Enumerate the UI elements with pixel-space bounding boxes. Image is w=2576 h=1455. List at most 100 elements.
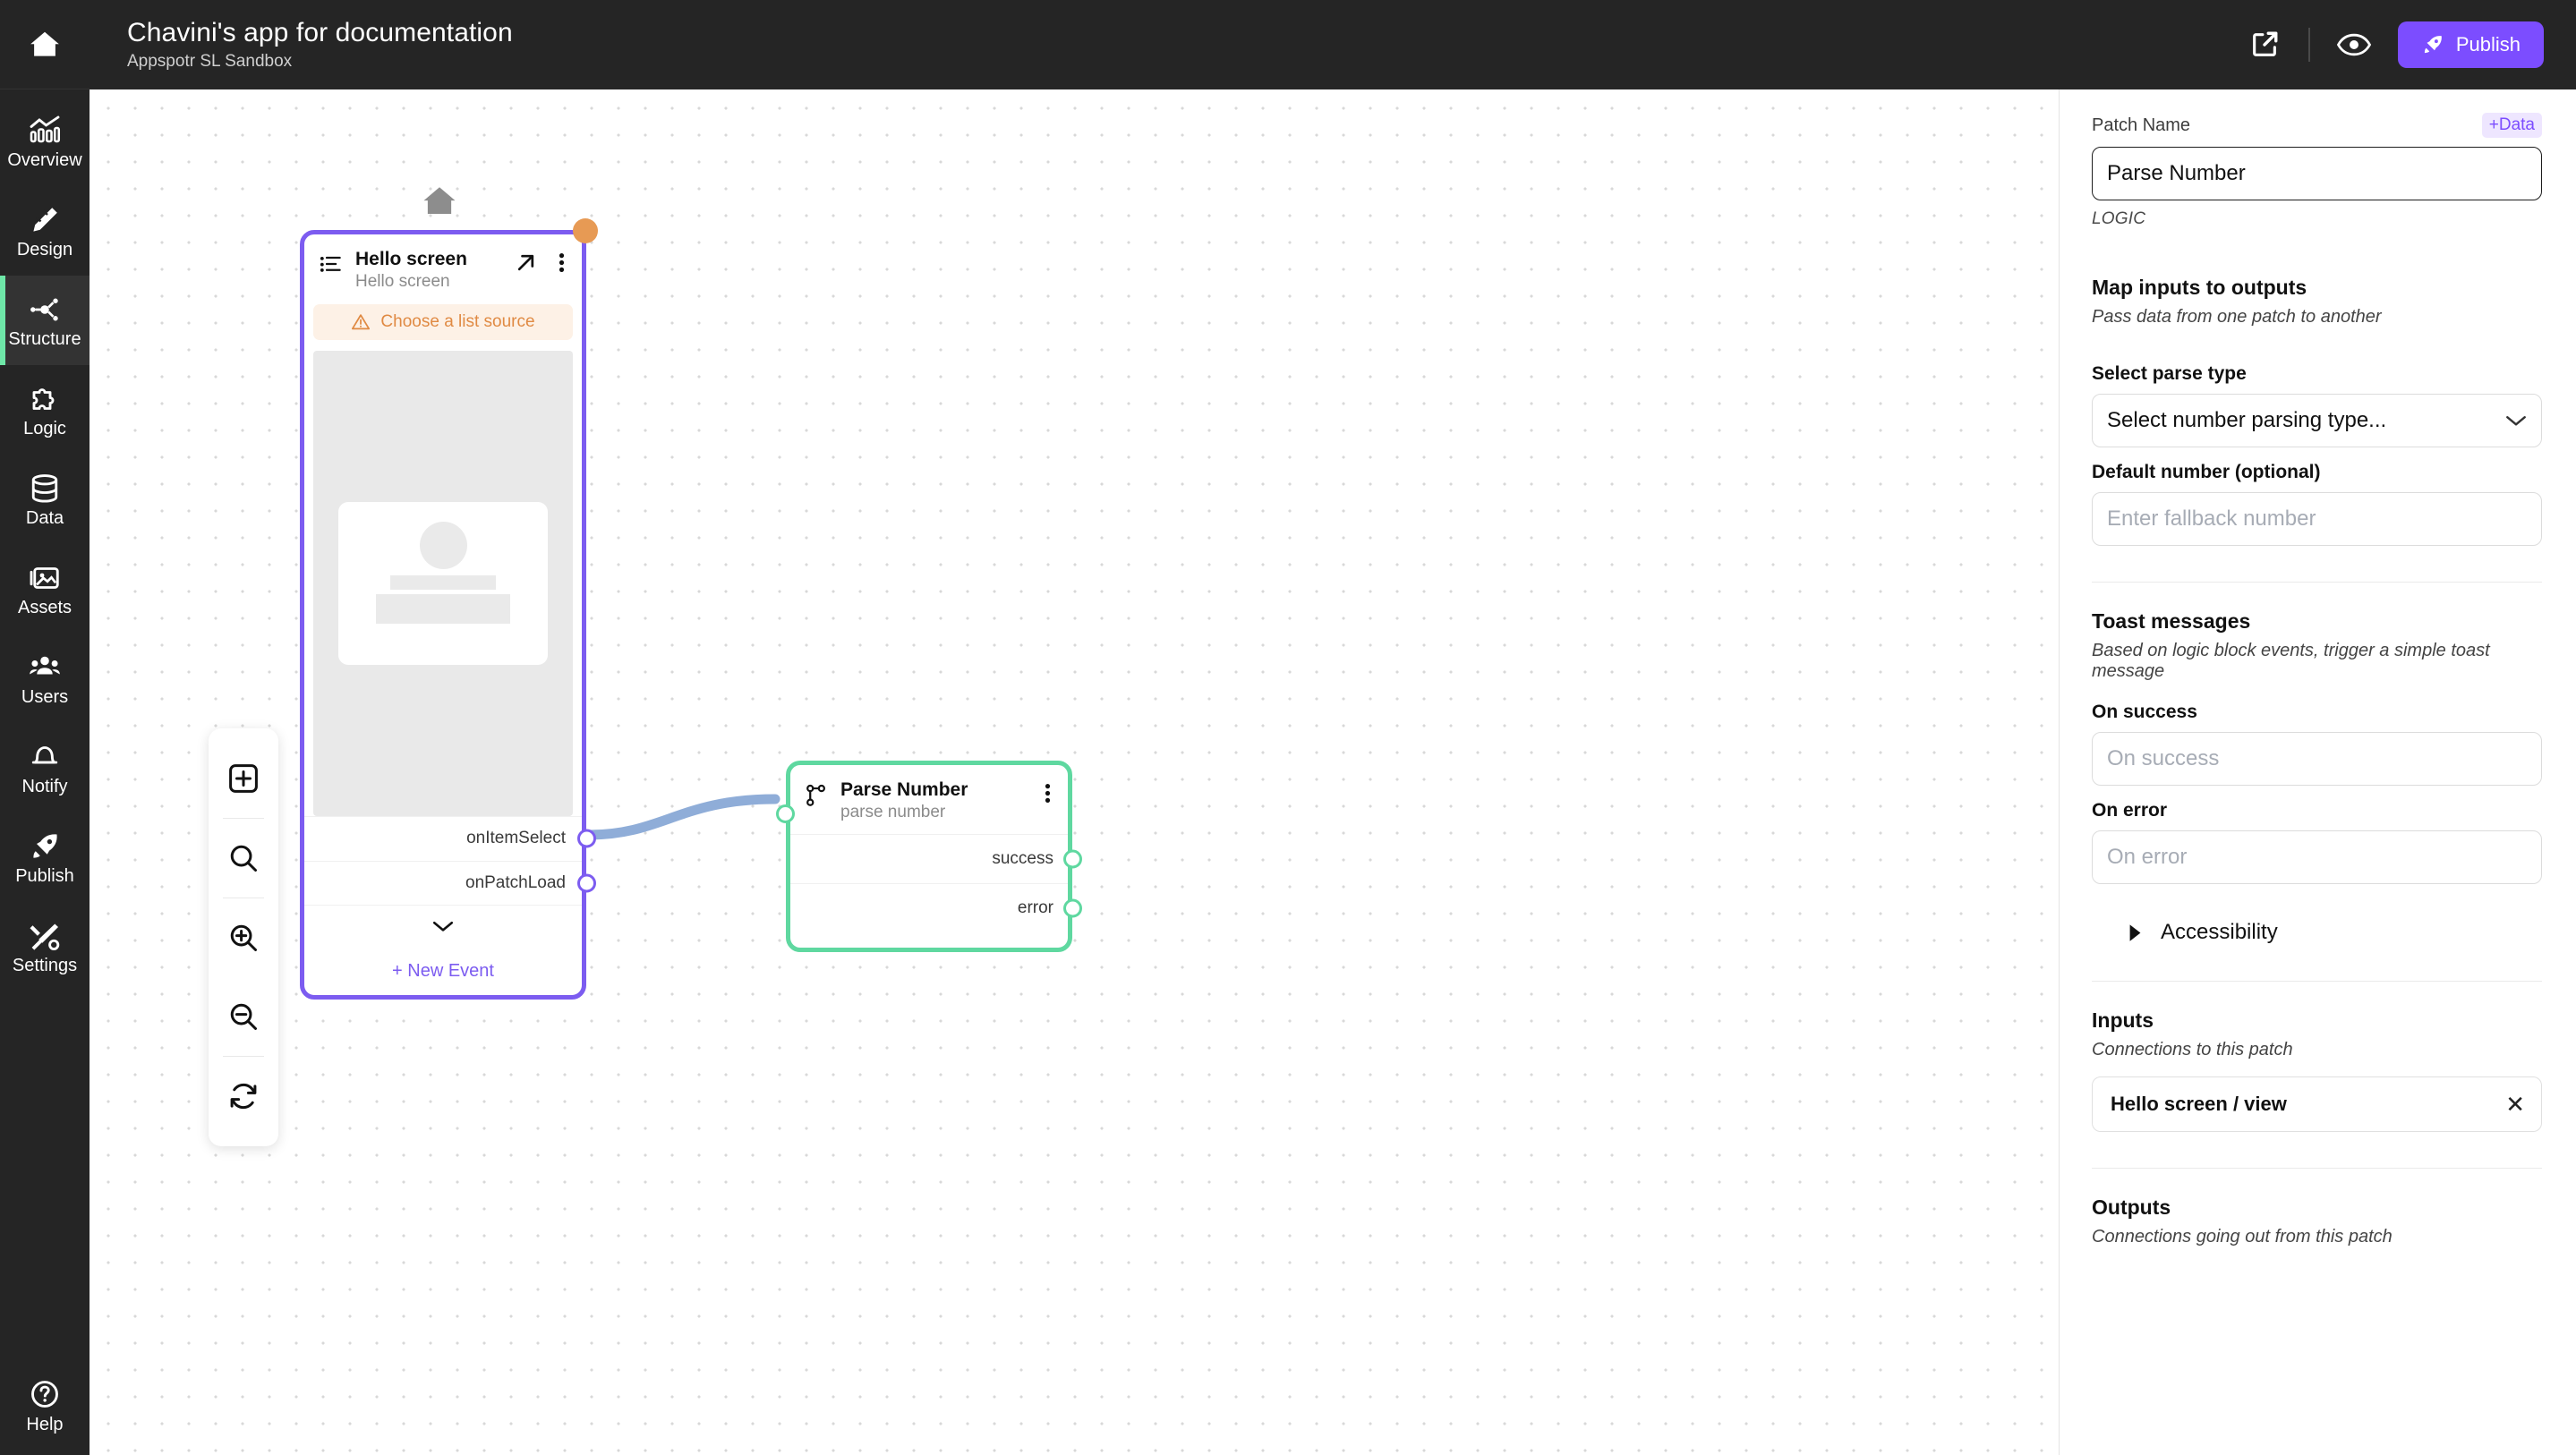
- flow-canvas[interactable]: Hello screen Hello screen Choose a list …: [90, 89, 2059, 1455]
- accessibility-label: Accessibility: [2161, 920, 2278, 944]
- home-icon: [30, 31, 59, 56]
- start-screen-marker: [419, 183, 460, 225]
- search-button[interactable]: [209, 819, 278, 898]
- canvas-toolbar: [209, 728, 278, 1146]
- header-actions: Publish: [2244, 21, 2544, 68]
- sidebar-item-notify[interactable]: Notify: [0, 723, 90, 813]
- node-title: Hello screen: [355, 249, 467, 269]
- list-source-warning[interactable]: Choose a list source: [313, 303, 573, 340]
- main-region: Chavini's app for documentation Appspotr…: [90, 0, 2576, 1455]
- sidebar-item-data[interactable]: Data: [0, 455, 90, 544]
- sidebar-item-logic[interactable]: Logic: [0, 365, 90, 455]
- toast-section-desc: Based on logic block events, trigger a s…: [2092, 641, 2490, 681]
- publish-button[interactable]: Publish: [2397, 21, 2544, 68]
- sidebar-item-settings[interactable]: Settings: [0, 902, 90, 991]
- sidebar-items: Overview Design Structure Logic Data Ass…: [0, 89, 90, 991]
- parse-type-label: Select parse type: [2092, 363, 2247, 384]
- patch-name-input[interactable]: [2092, 147, 2542, 200]
- preview-button[interactable]: [2333, 24, 2375, 65]
- header-divider: [2307, 28, 2310, 62]
- add-node-button[interactable]: [209, 739, 278, 818]
- refresh-button[interactable]: [209, 1057, 278, 1136]
- input-port[interactable]: [776, 804, 795, 823]
- sidebar-item-label: Settings: [12, 955, 78, 975]
- on-success-input[interactable]: [2092, 732, 2542, 786]
- parse-type-section: Select parse type Select number parsing …: [2092, 363, 2542, 447]
- parse-type-select[interactable]: Select number parsing type...: [2092, 394, 2542, 447]
- sidebar-item-structure[interactable]: Structure: [0, 276, 90, 365]
- map-section-title: Map inputs to outputs: [2092, 276, 2307, 299]
- app-header: Chavini's app for documentation Appspotr…: [90, 0, 2576, 89]
- patch-output-row-success[interactable]: success: [790, 833, 1082, 883]
- chevron-down-icon: [432, 922, 454, 932]
- home-icon: [423, 187, 456, 214]
- toast-section: Toast messages Based on logic block even…: [2092, 609, 2542, 682]
- patch-output-row-error[interactable]: error: [790, 882, 1082, 932]
- share-button[interactable]: [2244, 24, 2285, 65]
- sidebar-item-label: Users: [21, 686, 69, 707]
- inputs-title: Inputs: [2092, 1008, 2154, 1032]
- inputs-section: Inputs Connections to this patch Hello s…: [2092, 1008, 2542, 1132]
- zoom-out-button[interactable]: [209, 977, 278, 1056]
- sidebar-item-label: Publish: [15, 865, 74, 886]
- patch-node-parse-number[interactable]: Parse Number parse number success error: [776, 761, 1082, 952]
- section-divider: [2092, 582, 2542, 583]
- patch-node-header: Parse Number parse number: [790, 765, 1068, 834]
- sidebar-item-help[interactable]: Help: [0, 1357, 90, 1455]
- event-row-onitemselect[interactable]: onItemSelect: [304, 815, 596, 861]
- input-connection-item[interactable]: Hello screen / view ✕: [2092, 1076, 2542, 1132]
- zoom-in-button[interactable]: [209, 898, 278, 977]
- sidebar-item-assets[interactable]: Assets: [0, 544, 90, 634]
- open-screen-button[interactable]: [510, 249, 542, 277]
- sidebar-item-users[interactable]: Users: [0, 634, 90, 723]
- event-label: onItemSelect: [466, 829, 566, 848]
- node-subtitle: Hello screen: [355, 272, 450, 292]
- zoom-in-icon: [230, 924, 257, 951]
- refresh-icon: [230, 1083, 257, 1110]
- output-port[interactable]: [1063, 849, 1082, 869]
- workspace-name: Appspotr SL Sandbox: [127, 52, 293, 71]
- patch-node-titles: Parse Number parse number: [840, 779, 1028, 822]
- on-success-section: On success: [2092, 702, 2542, 786]
- screen-node-hello-screen[interactable]: Hello screen Hello screen Choose a list …: [300, 218, 598, 1000]
- zoom-out-icon: [230, 1003, 257, 1030]
- node-drag-handle[interactable]: [573, 218, 598, 243]
- skeleton-block: [376, 593, 510, 624]
- patch-output-label: error: [1017, 898, 1053, 917]
- output-port[interactable]: [577, 829, 596, 848]
- accessibility-accordion[interactable]: Accessibility: [2092, 920, 2542, 945]
- sidebar-item-label: Logic: [23, 418, 66, 438]
- sidebar-item-overview[interactable]: Overview: [0, 97, 90, 186]
- sidebar-item-label: Design: [16, 239, 73, 260]
- skeleton-avatar: [419, 521, 467, 569]
- on-error-input[interactable]: [2092, 830, 2542, 884]
- sidebar-item-design[interactable]: Design: [0, 186, 90, 276]
- remove-connection-button[interactable]: ✕: [2505, 1093, 2525, 1116]
- output-port[interactable]: [1063, 898, 1082, 918]
- patch-kind-label: LOGIC: [2092, 209, 2146, 228]
- plus-square-icon: [229, 764, 258, 793]
- sidebar-home-button[interactable]: [0, 0, 90, 89]
- event-row-onpatchload[interactable]: onPatchLoad: [304, 860, 596, 906]
- on-success-label: On success: [2092, 702, 2197, 722]
- expand-events-button[interactable]: [304, 905, 582, 948]
- app-root: Overview Design Structure Logic Data Ass…: [0, 0, 2576, 1455]
- screen-node-menu-button[interactable]: [554, 249, 569, 277]
- nodes-icon: [30, 298, 58, 320]
- input-connection-label: Hello screen / view: [2111, 1093, 2287, 1115]
- list-icon: [320, 256, 341, 272]
- puzzle-icon: [32, 387, 55, 410]
- new-event-button[interactable]: + New Event: [304, 948, 582, 995]
- patch-name-row: Patch Name +Data: [2092, 113, 2542, 138]
- output-port[interactable]: [577, 873, 596, 893]
- sidebar-item-publish[interactable]: Publish: [0, 813, 90, 902]
- default-number-label: Default number (optional): [2092, 462, 2321, 482]
- sidebar-item-label: Overview: [7, 149, 82, 170]
- patch-node-menu-button[interactable]: [1040, 779, 1055, 807]
- sidebar-item-label: Notify: [21, 776, 68, 796]
- chart-icon: [30, 115, 61, 142]
- event-label: onPatchLoad: [465, 872, 566, 892]
- default-number-input[interactable]: [2092, 492, 2542, 546]
- add-data-button[interactable]: +Data: [2481, 113, 2542, 138]
